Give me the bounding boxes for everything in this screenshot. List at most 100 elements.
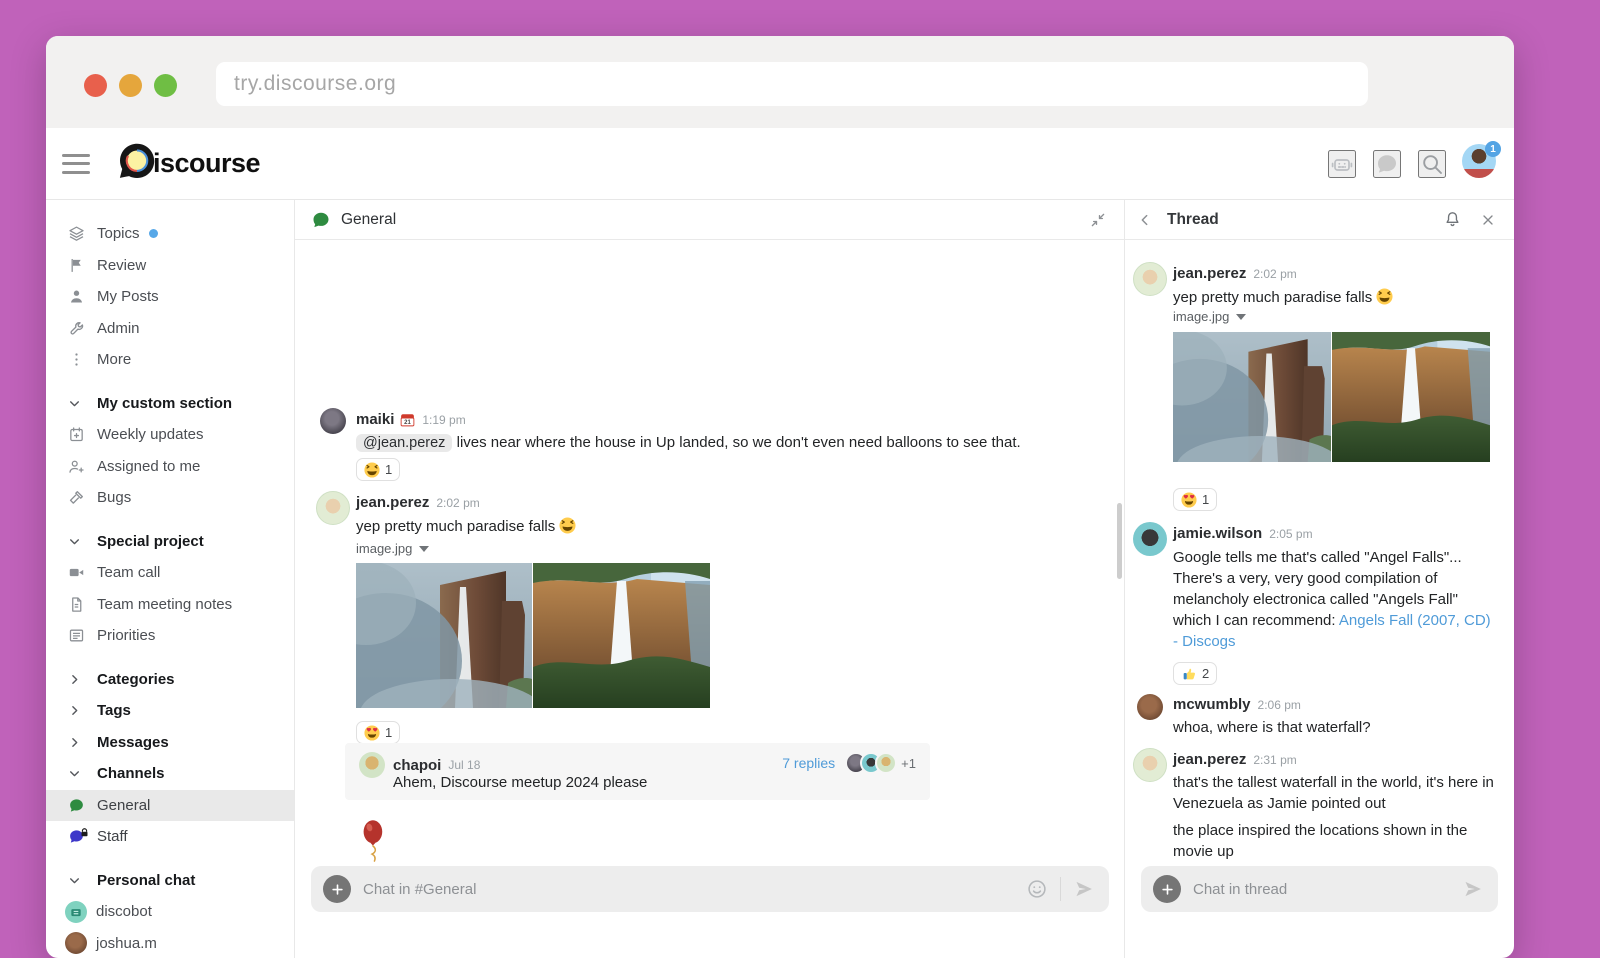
- zoom-window-button[interactable]: [154, 74, 177, 97]
- reaction-count: 1: [385, 725, 392, 740]
- message-text: yep pretty much paradise falls: [356, 516, 576, 537]
- channel-composer[interactable]: Chat in #General: [311, 866, 1109, 912]
- laughing-emoji-icon: [1376, 288, 1393, 305]
- jean-perez-avatar[interactable]: [1133, 262, 1167, 296]
- robot-icon[interactable]: [1328, 150, 1356, 178]
- user-avatar[interactable]: 1: [1462, 144, 1496, 183]
- chat-bubble-icon[interactable]: [1373, 150, 1401, 178]
- sidebar-item-topics[interactable]: Topics: [46, 218, 294, 250]
- sidebar-section-categories[interactable]: Categories: [46, 664, 294, 696]
- discobot-avatar: [65, 901, 87, 923]
- message-time: 2:02 pm: [436, 496, 479, 510]
- chapoi-avatar[interactable]: [359, 752, 385, 778]
- sidebar-section-channels[interactable]: Channels: [46, 758, 294, 790]
- paradise-falls-image[interactable]: [1173, 332, 1331, 462]
- message-header: jean.perez 2:02 pm: [1173, 265, 1297, 282]
- minimize-window-button[interactable]: [119, 74, 142, 97]
- attachment-toggle[interactable]: image.jpg: [356, 541, 429, 556]
- reaction-chip[interactable]: 1: [1173, 488, 1217, 511]
- paradise-falls-image[interactable]: [356, 563, 532, 708]
- laughing-emoji-icon: [364, 462, 380, 478]
- user-mention[interactable]: @jean.perez: [356, 434, 452, 452]
- jean-perez-avatar[interactable]: [316, 491, 350, 525]
- sidebar-item-bugs[interactable]: Bugs: [46, 482, 294, 514]
- message-author[interactable]: jean.perez: [356, 494, 429, 511]
- composer-placeholder: Chat in thread: [1193, 881, 1460, 898]
- reaction-count: 2: [1202, 666, 1209, 681]
- sidebar-item-assigned-to-me[interactable]: Assigned to me: [46, 451, 294, 483]
- close-icon[interactable]: [1476, 208, 1500, 232]
- message-author[interactable]: mcwumbly: [1173, 696, 1251, 713]
- attach-plus-icon[interactable]: [323, 875, 351, 903]
- reaction-count: 1: [1202, 492, 1209, 507]
- laughing-emoji-icon: [559, 517, 576, 534]
- layers-icon: [68, 225, 85, 242]
- address-bar[interactable]: try.discourse.org: [216, 62, 1368, 106]
- message-time: 1:19 pm: [422, 413, 465, 427]
- sidebar-item-channel-general[interactable]: General: [46, 790, 294, 822]
- image-attachments: [1173, 332, 1490, 462]
- sidebar-section-personal-chat[interactable]: Personal chat: [46, 865, 294, 897]
- sidebar-section-special-project[interactable]: Special project: [46, 526, 294, 558]
- bell-icon[interactable]: [1440, 208, 1464, 232]
- thread-card-author[interactable]: chapoi: [393, 757, 441, 774]
- collapse-icon[interactable]: [1086, 208, 1110, 232]
- sidebar-item-channel-staff[interactable]: Staff: [46, 821, 294, 853]
- sidebar-item-review[interactable]: Review: [46, 250, 294, 282]
- sidebar-item-priorities[interactable]: Priorities: [46, 620, 294, 652]
- message-author[interactable]: jean.perez: [1173, 265, 1246, 282]
- hamburger-menu-icon[interactable]: [62, 154, 90, 174]
- thread-title: Thread: [1167, 211, 1219, 229]
- back-chevron-icon[interactable]: [1133, 208, 1157, 232]
- jamie-wilson-avatar[interactable]: [1133, 522, 1167, 556]
- attachment-filename: image.jpg: [1173, 309, 1229, 324]
- sidebar-section-messages[interactable]: Messages: [46, 727, 294, 759]
- thread-card-replies: 7 replies +1: [782, 752, 916, 774]
- reaction-chip[interactable]: 2: [1173, 662, 1217, 685]
- heart-eyes-emoji-icon: [364, 725, 380, 741]
- angel-falls-image[interactable]: [533, 563, 710, 708]
- emoji-picker-icon[interactable]: [1024, 876, 1050, 902]
- jean-perez-avatar[interactable]: [1133, 748, 1167, 782]
- close-window-button[interactable]: [84, 74, 107, 97]
- wrench-icon: [68, 320, 85, 337]
- maiki-avatar[interactable]: [320, 408, 346, 434]
- flag-icon: [68, 257, 85, 274]
- lock-icon: [80, 824, 89, 842]
- discourse-logo[interactable]: iscourse: [118, 142, 260, 185]
- reaction-chip[interactable]: 1: [356, 458, 400, 481]
- channel-bubble-icon: [68, 797, 85, 814]
- send-icon[interactable]: [1071, 876, 1097, 902]
- scrollbar-thumb[interactable]: [1117, 503, 1122, 579]
- search-icon[interactable]: [1418, 150, 1446, 178]
- sidebar-item-my-posts[interactable]: My Posts: [46, 281, 294, 313]
- thread-summary-card[interactable]: chapoi Jul 18 Ahem, Discourse meetup 202…: [345, 743, 930, 800]
- attachment-toggle[interactable]: image.jpg: [1173, 309, 1246, 324]
- attach-plus-icon[interactable]: [1153, 875, 1181, 903]
- user-icon: [68, 288, 85, 305]
- send-icon[interactable]: [1460, 876, 1486, 902]
- message-text: yep pretty much paradise falls: [1173, 287, 1393, 308]
- angel-falls-image[interactable]: [1332, 332, 1490, 462]
- mcwumbly-avatar[interactable]: [1137, 694, 1163, 720]
- composer-placeholder: Chat in #General: [363, 881, 1024, 898]
- sidebar-item-more[interactable]: More: [46, 344, 294, 376]
- calendar-emoji-icon: 21: [400, 412, 415, 427]
- message-author[interactable]: maiki: [356, 411, 394, 428]
- thread-composer[interactable]: Chat in thread: [1141, 866, 1498, 912]
- message-author[interactable]: jamie.wilson: [1173, 525, 1262, 542]
- sidebar-item-admin[interactable]: Admin: [46, 313, 294, 345]
- address-bar-url: try.discourse.org: [234, 72, 396, 96]
- sidebar-item-team-meeting-notes[interactable]: Team meeting notes: [46, 589, 294, 621]
- sidebar-item-discobot[interactable]: discobot: [46, 896, 294, 928]
- sidebar-item-joshua-m[interactable]: joshua.m: [46, 928, 294, 958]
- message-header: jamie.wilson 2:05 pm: [1173, 525, 1313, 542]
- sidebar-section-tags[interactable]: Tags: [46, 695, 294, 727]
- reaction-chip[interactable]: 1: [356, 721, 400, 744]
- list-icon: [68, 627, 85, 644]
- message-author[interactable]: jean.perez: [1173, 751, 1246, 768]
- replies-link[interactable]: 7 replies: [782, 755, 835, 771]
- sidebar-item-team-call[interactable]: Team call: [46, 557, 294, 589]
- sidebar-section-my-custom-section[interactable]: My custom section: [46, 388, 294, 420]
- sidebar-item-weekly-updates[interactable]: Weekly updates: [46, 419, 294, 451]
